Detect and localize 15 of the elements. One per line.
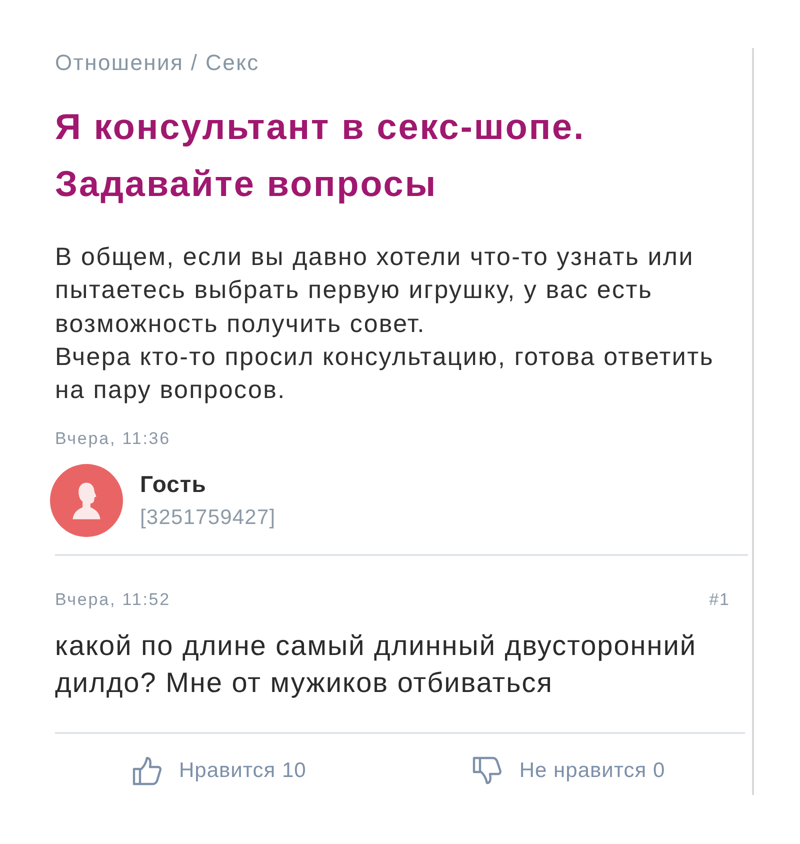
comment-text: какой по длине самый длинный двусторонний дилдо? Мне от мужиков отбиваться: [55, 627, 745, 734]
author-id: [3251759427]: [140, 506, 276, 530]
post-text: В общем, если вы давно хотели что-то узнать или пытаетесь выбрать первую игрушку, у вас есть возможность получить совет.: [55, 242, 695, 340]
comment-time: Вчера, 11:52: [55, 590, 171, 610]
post-title: Я консультант в секс-шопе. Задавайте вопросы: [55, 105, 586, 206]
thumbs-down-icon: [472, 756, 502, 786]
thumbs-up-icon: [132, 756, 162, 786]
like-button[interactable]: Нравится 10: [132, 756, 306, 786]
author-name[interactable]: Гость: [140, 470, 206, 498]
avatar-icon: [50, 464, 123, 538]
post-text: Вчера кто-то просил консультацию, готова ответить на пару вопросов.: [55, 342, 715, 406]
post-time: Вчера, 11:36: [55, 429, 172, 450]
comment-number: #1: [709, 590, 730, 610]
dislike-button[interactable]: Не нравится 0: [472, 756, 666, 786]
breadcrumb[interactable]: Отношения / Секс: [55, 48, 752, 78]
